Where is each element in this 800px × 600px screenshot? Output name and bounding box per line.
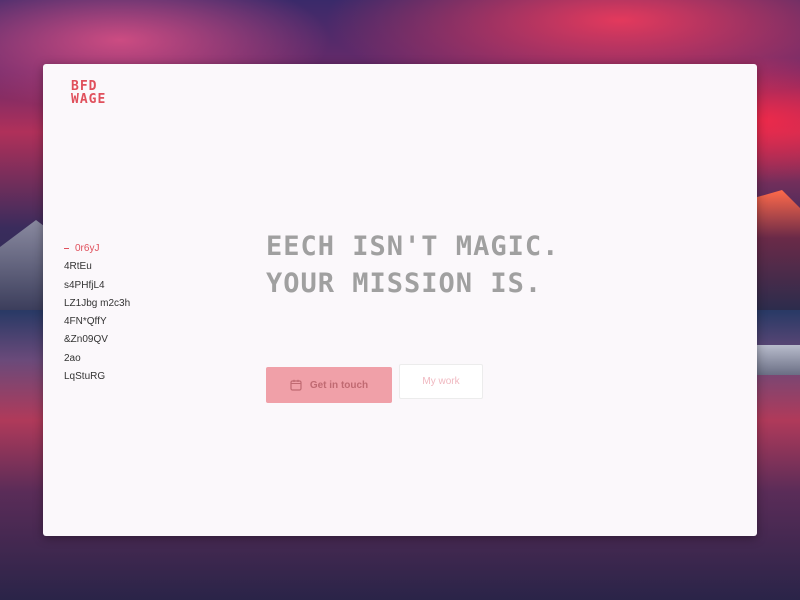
browser-window: BFD WAGE 0r6yJ 4RtEu s4PHfjL4 LZ1Jbg m2c… [43,64,757,536]
nav-item-label: LZ1Jbg m2c3h [64,297,131,309]
calendar-icon [290,379,302,391]
nav-item-4[interactable]: LZ1Jbg m2c3h [64,295,224,313]
nav-item-label: 4FN*QffY [64,316,107,328]
side-nav: 0r6yJ 4RtEu s4PHfjL4 LZ1Jbg m2c3h 4FN*Qf… [64,240,224,386]
wallpaper-dock [750,345,800,375]
get-in-touch-button[interactable]: Get in touch [266,367,392,403]
nav-item-label: &Zn09QV [64,334,108,346]
nav-item-1[interactable]: 0r6yJ [64,240,224,258]
hero-line-1: EECH ISN'T MAGIC. [266,231,560,262]
nav-item-5[interactable]: 4FN*QffY [64,313,224,331]
site-logo[interactable]: BFD WAGE [71,80,106,106]
nav-item-2[interactable]: 4RtEu [64,258,224,276]
nav-item-label: 4RtEu [64,261,92,273]
nav-item-3[interactable]: s4PHfjL4 [64,277,224,295]
nav-item-label: LqStuRG [64,371,106,383]
nav-item-label: 0r6yJ [75,243,100,254]
hero-line-2: YOUR MISSION IS. [266,268,543,299]
desktop-background: BFD WAGE 0r6yJ 4RtEu s4PHfjL4 LZ1Jbg m2c… [0,0,800,600]
get-in-touch-label: Get in touch [309,379,369,391]
nav-item-label: 2ao [64,352,81,364]
logo-line-2: WAGE [71,92,107,107]
hero-heading: EECH ISN'T MAGIC. YOUR MISSION IS. [266,228,559,302]
nav-item-7[interactable]: 2ao [64,350,224,368]
my-work-label: My work [422,376,460,387]
active-indicator [64,247,69,250]
my-work-button[interactable]: My work [399,364,483,399]
nav-item-8[interactable]: LqStuRG [64,368,224,386]
nav-item-label: s4PHfjL4 [64,279,105,291]
nav-item-6[interactable]: &Zn09QV [64,331,224,349]
